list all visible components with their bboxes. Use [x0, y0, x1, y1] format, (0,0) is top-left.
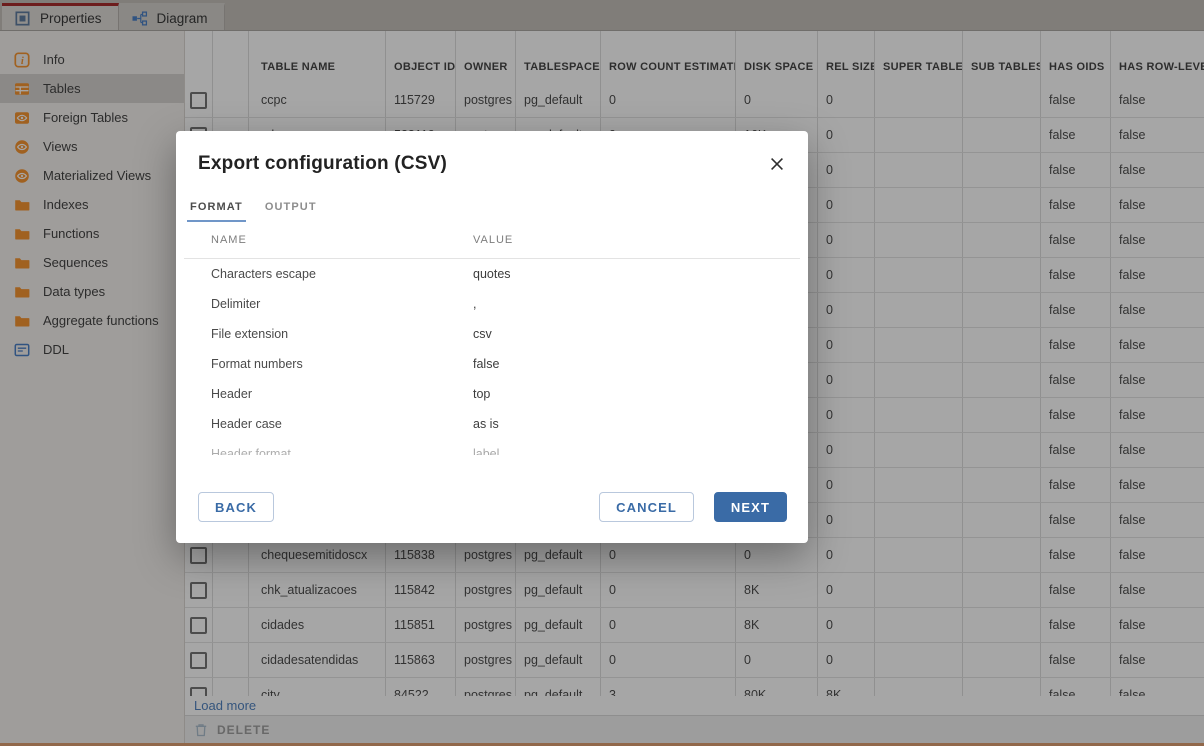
- back-button[interactable]: BACK: [198, 492, 274, 522]
- chevron-down-icon[interactable]: [784, 270, 795, 278]
- value-column-header: VALUE: [473, 234, 513, 246]
- option-value[interactable]: csv: [473, 327, 492, 341]
- tab-output[interactable]: OUTPUT: [262, 201, 320, 222]
- chevron-down-icon[interactable]: [784, 420, 795, 428]
- dialog-footer: BACK CANCEL NEXT: [176, 492, 808, 543]
- export-option-header-case: Header case as is: [176, 409, 808, 439]
- tab-format[interactable]: FORMAT: [187, 201, 246, 222]
- export-option-header: Header top: [176, 379, 808, 409]
- option-name: File extension: [211, 327, 288, 341]
- chevron-down-icon[interactable]: [784, 390, 795, 398]
- cancel-button[interactable]: CANCEL: [599, 492, 694, 522]
- option-name: Header: [211, 387, 252, 401]
- option-value[interactable]: ,: [473, 297, 476, 311]
- app-window: Properties Diagram i Info Tables Foreign…: [0, 0, 1204, 746]
- export-option-header-format: Header format label: [176, 439, 808, 455]
- export-configuration-dialog: Export configuration (CSV) FORMAT OUTPUT…: [176, 131, 808, 543]
- export-option-characters-escape: Characters escape quotes: [176, 259, 808, 289]
- export-option-format-numbers: Format numbers false: [176, 349, 808, 379]
- option-value[interactable]: quotes: [473, 267, 511, 281]
- dialog-title: Export configuration (CSV): [176, 131, 808, 175]
- export-option-file-extension: File extension csv: [176, 319, 808, 349]
- option-value[interactable]: false: [473, 357, 499, 371]
- properties-table-body: Characters escape quotes Delimiter , Fil…: [176, 259, 808, 455]
- chevron-down-icon[interactable]: [784, 450, 795, 455]
- option-name: Format numbers: [211, 357, 303, 371]
- dialog-tabs: FORMAT OUTPUT: [187, 201, 808, 222]
- option-name: Header case: [211, 417, 282, 431]
- option-value[interactable]: label: [473, 447, 499, 455]
- name-column-header: NAME: [211, 234, 247, 246]
- option-name: Delimiter: [211, 297, 260, 311]
- option-name: Header format: [211, 447, 291, 455]
- option-value[interactable]: top: [473, 387, 490, 401]
- export-option-delimiter: Delimiter ,: [176, 289, 808, 319]
- next-button[interactable]: NEXT: [714, 492, 787, 522]
- properties-table-header: NAME VALUE: [184, 222, 800, 259]
- option-name: Characters escape: [211, 267, 316, 281]
- close-icon[interactable]: [768, 155, 786, 173]
- option-value[interactable]: as is: [473, 417, 499, 431]
